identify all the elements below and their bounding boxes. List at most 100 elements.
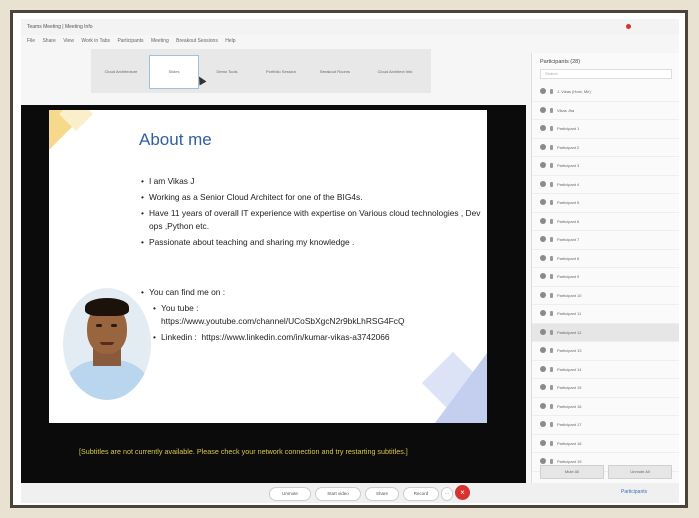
participant-row[interactable]: Participant 15	[532, 379, 679, 398]
bullet-list: • I am Vikas J • Working as a Senior Cloud…	[141, 175, 481, 252]
menu-share[interactable]: Share	[42, 38, 55, 44]
mic-icon[interactable]	[550, 274, 553, 279]
avatar	[540, 125, 546, 131]
participant-row[interactable]: Participant 2	[532, 139, 679, 157]
mic-icon[interactable]	[550, 385, 553, 390]
linkedin-label: Linkedin :	[161, 332, 197, 342]
participant-row[interactable]: Participant 13	[532, 342, 679, 361]
participant-list: J. Vikas (Host, Me) Vikas Jha Participant …	[532, 83, 679, 472]
menu-meeting[interactable]: Meeting	[151, 38, 169, 44]
mic-icon[interactable]	[550, 329, 553, 335]
participant-name: Participant 1	[557, 126, 580, 131]
mic-icon[interactable]	[550, 459, 553, 464]
photo-frame: Teams Meeting | Meeting Info File Share …	[10, 10, 688, 508]
participant-name: Participant 8	[557, 255, 580, 261]
participant-row[interactable]: Participant 3	[532, 157, 679, 176]
start-video-label: Start video	[327, 491, 349, 496]
mic-icon[interactable]	[550, 292, 553, 298]
participant-row[interactable]: Participant 5	[532, 194, 679, 213]
tab-breakout-rooms[interactable]: Breakout Rooms	[311, 55, 359, 87]
participant-row[interactable]: Participant 14	[532, 361, 679, 379]
participant-row[interactable]: Participant 7	[532, 231, 679, 250]
participant-row[interactable]: Participant 6	[532, 213, 679, 231]
share-button[interactable]: Share	[365, 487, 399, 501]
participant-row[interactable]: Participant 11	[532, 305, 679, 324]
participant-row[interactable]: Vikas Jha	[532, 102, 679, 120]
mic-icon[interactable]	[550, 89, 553, 94]
mic-icon[interactable]	[550, 163, 553, 168]
decor-corner-bottom-right	[435, 353, 487, 423]
mic-icon[interactable]	[550, 181, 553, 187]
avatar	[540, 384, 546, 390]
participant-row[interactable]: Participant 8	[532, 250, 679, 268]
menu-file[interactable]: File	[27, 38, 35, 44]
participant-name: Participant 6	[557, 218, 580, 224]
shared-screen-area: About me • I am Vikas J • Working as a Sen…	[21, 105, 526, 483]
mute-all-button[interactable]: Mute All	[540, 465, 604, 479]
tab-portfolio[interactable]: Portfolio Session	[257, 55, 305, 87]
participant-row[interactable]: Participant 12	[532, 323, 679, 342]
avatar	[540, 310, 546, 316]
mic-icon[interactable]	[550, 366, 553, 372]
start-video-button[interactable]: Start video	[315, 487, 361, 501]
participant-row[interactable]: Participant 17	[532, 416, 679, 435]
participant-row[interactable]: Participant 18	[532, 435, 679, 453]
participant-row[interactable]: J. Vikas (Host, Me)	[532, 83, 679, 102]
linkedin-link[interactable]: https://www.linkedin.com/in/kumar-vikas-…	[202, 332, 390, 342]
window-title: Teams Meeting | Meeting Info	[27, 24, 93, 30]
tab-cloud-architecture[interactable]: Cloud Architecture	[97, 55, 145, 87]
avatar	[540, 106, 546, 113]
participant-search-input[interactable]: Search	[540, 69, 672, 79]
find-heading: You can find me on :	[149, 287, 226, 297]
unmute-label: Unmute	[282, 491, 298, 496]
menu-help[interactable]: Help	[225, 38, 235, 44]
menu-work-in-tabs[interactable]: Work in Tabs	[81, 38, 110, 44]
tab-demo-tools[interactable]: Demo Tools	[203, 55, 251, 87]
participant-name: Participant 11	[557, 311, 582, 316]
more-options-icon[interactable]: ⋯	[441, 487, 453, 501]
participant-name: Participant 5	[557, 200, 580, 205]
avatar	[540, 291, 546, 298]
mic-icon[interactable]	[550, 311, 553, 316]
avatar	[540, 180, 546, 187]
bullet-text: I am Vikas J	[149, 176, 195, 186]
tab-slides[interactable]: Slides	[149, 55, 207, 89]
mic-icon[interactable]	[550, 107, 553, 113]
menu-participants[interactable]: Participants	[117, 38, 143, 44]
unmute-all-button[interactable]: Unmute All	[608, 465, 672, 479]
participant-name: Participant 12	[557, 329, 582, 335]
tab-cloud-architect-info[interactable]: Cloud Architect Info	[365, 55, 425, 87]
avatar	[540, 347, 546, 353]
participant-row[interactable]: Participant 16	[532, 398, 679, 416]
menu-view[interactable]: View	[63, 38, 74, 44]
mic-icon[interactable]	[550, 348, 553, 353]
participant-row[interactable]: Participant 4	[532, 176, 679, 194]
meeting-app-window: Teams Meeting | Meeting Info File Share …	[21, 19, 679, 503]
avatar	[540, 402, 546, 409]
mic-icon[interactable]	[550, 126, 553, 131]
mic-icon[interactable]	[550, 440, 553, 446]
participant-name: Participant 3	[557, 163, 580, 168]
participants-button[interactable]: Participants	[621, 489, 647, 495]
participant-row[interactable]: Participant 10	[532, 287, 679, 305]
end-call-button[interactable]: ×	[455, 485, 470, 500]
mic-icon[interactable]	[550, 403, 553, 409]
youtube-label: You tube :	[161, 303, 199, 313]
avatar	[540, 328, 546, 335]
mic-icon[interactable]	[550, 255, 553, 261]
avatar	[540, 162, 546, 168]
mic-icon[interactable]	[550, 200, 553, 205]
mic-icon[interactable]	[550, 218, 553, 224]
unmute-button[interactable]: Unmute	[269, 487, 311, 501]
participant-name: Participant 18	[557, 440, 582, 446]
avatar	[540, 439, 546, 446]
mic-icon[interactable]	[550, 237, 553, 242]
mic-icon[interactable]	[550, 422, 553, 427]
record-button[interactable]: Record	[403, 487, 439, 501]
contact-section: • You can find me on : • You tube : https:…	[141, 286, 481, 344]
menu-breakout[interactable]: Breakout Sessions	[176, 38, 218, 44]
participant-row[interactable]: Participant 1	[532, 120, 679, 139]
mic-icon[interactable]	[550, 144, 553, 150]
participant-row[interactable]: Participant 9	[532, 268, 679, 287]
youtube-link[interactable]: https://www.youtube.com/channel/UCoSbXgc…	[161, 316, 404, 326]
